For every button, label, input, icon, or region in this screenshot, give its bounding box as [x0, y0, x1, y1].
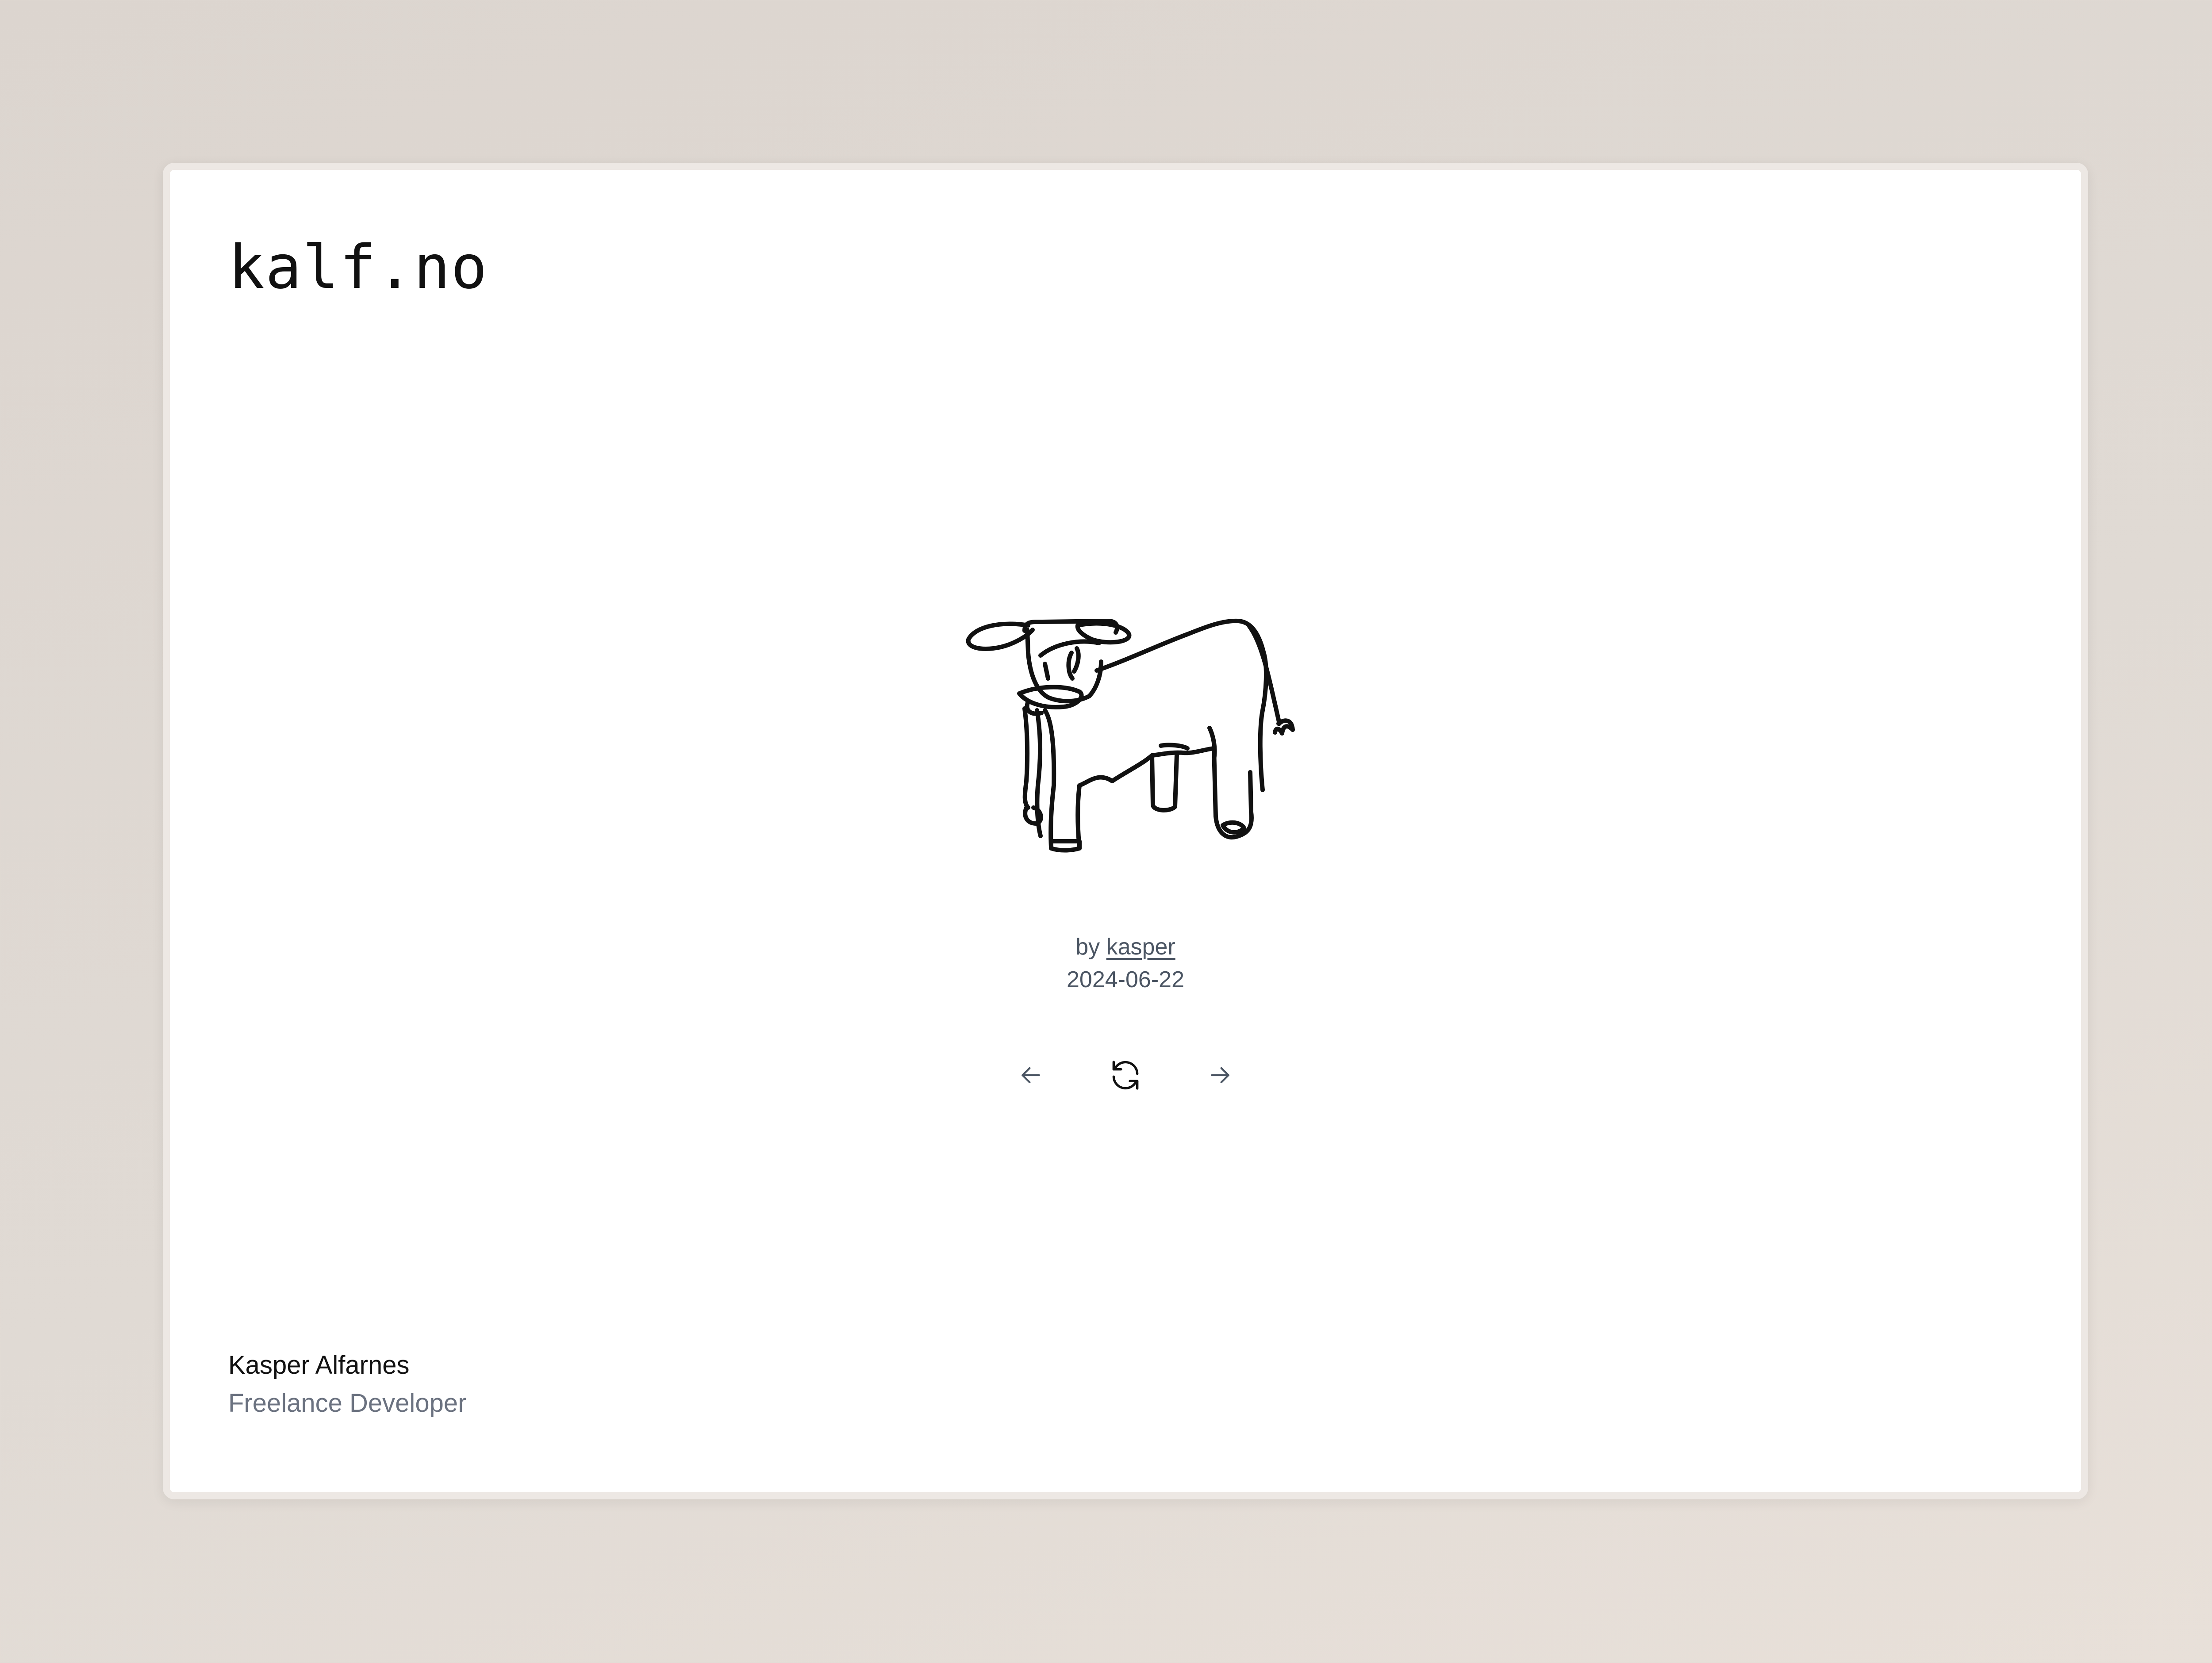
previous-button[interactable] — [1006, 1051, 1055, 1100]
next-button[interactable] — [1196, 1051, 1244, 1100]
arrow-right-icon — [1211, 1067, 1229, 1084]
by-prefix: by — [1075, 934, 1100, 960]
owner-role: Freelance Developer — [228, 1389, 467, 1418]
drawing-controls — [170, 1051, 2081, 1100]
refresh-icon — [1112, 1061, 1139, 1090]
site-logo[interactable]: kalf.no — [228, 232, 488, 304]
drawing-credit: by kasper 2024-06-22 — [170, 931, 2081, 996]
owner-name: Kasper Alfarnes — [228, 1351, 410, 1379]
drawing-date: 2024-06-22 — [1067, 967, 1184, 992]
page-card: kalf.no by kasper 2024-06-22 Kasper Alfa… — [163, 163, 2088, 1499]
footer: Kasper Alfarnes Freelance Developer — [228, 1346, 466, 1422]
author-link[interactable]: kasper — [1106, 934, 1175, 960]
refresh-button[interactable] — [1101, 1051, 1150, 1100]
arrow-left-icon — [1022, 1067, 1040, 1084]
author-line: by kasper — [170, 931, 2081, 963]
